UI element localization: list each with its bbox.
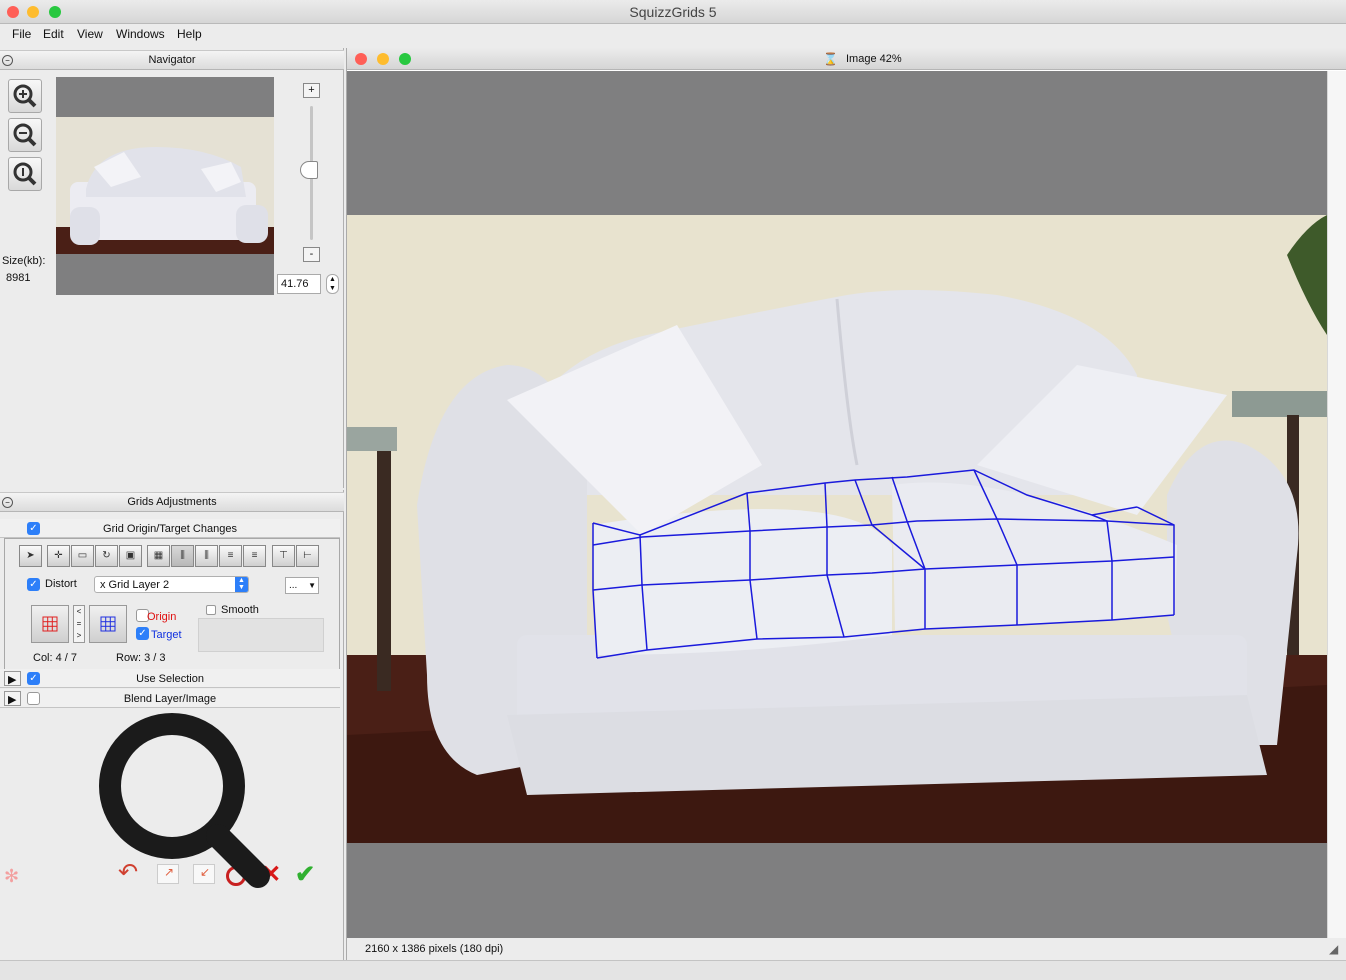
- hourglass-icon: ⌛: [823, 52, 838, 66]
- origin-grid-button[interactable]: [31, 605, 69, 643]
- zoom-out-button[interactable]: [8, 118, 42, 152]
- target-label: Target: [151, 629, 182, 641]
- menu-file[interactable]: File: [12, 27, 31, 41]
- swap-grid-button[interactable]: < = >: [73, 605, 85, 643]
- export-icon: ↗: [164, 865, 175, 879]
- image-canvas[interactable]: [347, 71, 1327, 938]
- zoom-in-icon: [13, 84, 37, 108]
- grid-layer-select-value: x Grid Layer 2: [100, 579, 170, 591]
- zoom-image-window-button[interactable]: [399, 53, 411, 65]
- cancel-button[interactable]: ✕: [261, 860, 281, 889]
- zoom-value-field[interactable]: 41.76: [277, 274, 321, 294]
- zoom-slider-thumb[interactable]: [300, 161, 318, 179]
- smooth-options-area: [198, 618, 324, 652]
- add-row-line-tool[interactable]: ≡: [219, 545, 242, 567]
- blue-grid-icon: [100, 616, 116, 632]
- chevron-down-icon: ▼: [308, 581, 316, 590]
- zoom-plus-button[interactable]: +: [303, 83, 320, 98]
- stop-button[interactable]: [226, 866, 246, 886]
- add-row-tool[interactable]: ▦: [147, 545, 170, 567]
- size-value: 8981: [6, 272, 31, 284]
- app-title: SquizzGrids 5: [629, 4, 717, 20]
- export-button[interactable]: ↗: [157, 864, 179, 884]
- collapse-panel-icon[interactable]: −: [2, 497, 13, 508]
- grids-header: − Grids Adjustments: [0, 492, 344, 512]
- menu-bar: File Edit View Windows Help: [0, 24, 1346, 46]
- size-label: Size(kb):: [2, 255, 46, 267]
- origin-label: Origin: [147, 611, 177, 623]
- zoom-actual-size-button[interactable]: [8, 157, 42, 191]
- more-options-button[interactable]: ... ▼: [285, 577, 319, 594]
- origin-target-box: ➤ ✛ ▭ ↻ ▣ ▦ ⫼ ⫼ ≡ ≡ ⊤ ⊢ ✓ Distort x Grid…: [4, 538, 340, 670]
- zoom-stepper[interactable]: ▲ ▼: [326, 274, 339, 294]
- target-grid-button[interactable]: [89, 605, 127, 643]
- distort-checkbox[interactable]: ✓: [27, 578, 40, 591]
- import-button[interactable]: ↙: [193, 864, 215, 884]
- navigator-title: Navigator: [148, 54, 196, 66]
- smooth-label: Smooth: [221, 604, 259, 616]
- close-x-icon: ✕: [261, 861, 282, 888]
- scale-grid-tool[interactable]: ▣: [119, 545, 142, 567]
- grid-layer-select[interactable]: x Grid Layer 2 ▲ ▼: [94, 576, 249, 593]
- menu-view[interactable]: View: [77, 27, 103, 41]
- red-grid-icon: [42, 616, 58, 632]
- row-readout: Row: 3 / 3: [116, 652, 166, 664]
- blend-section-header: ▶ Blend Layer/Image: [0, 689, 340, 708]
- image-vertical-scrollbar[interactable]: [1327, 71, 1346, 938]
- collapse-panel-icon[interactable]: −: [2, 55, 13, 66]
- origin-target-section-header: ✓ Grid Origin/Target Changes: [0, 519, 340, 538]
- add-point-tool[interactable]: ✛: [47, 545, 70, 567]
- image-window: ⌛ Image 42% 2160 x 1386 pixels (180 dpi)…: [346, 48, 1346, 960]
- import-icon: ↙: [200, 865, 211, 879]
- apply-button[interactable]: ✔: [295, 860, 315, 889]
- use-selection-label: Use Selection: [136, 673, 204, 685]
- zoom-minus-button[interactable]: -: [303, 247, 320, 262]
- blend-label: Blend Layer/Image: [123, 693, 217, 705]
- busy-spinner-icon: ✻: [4, 866, 20, 886]
- chevron-up-down-icon: ▲ ▼: [235, 577, 248, 592]
- origin-target-label: Grid Origin/Target Changes: [103, 523, 237, 535]
- rotate-grid-tool[interactable]: ↻: [95, 545, 118, 567]
- image-window-title: Image 42%: [846, 53, 902, 65]
- image-status-bar: 2160 x 1386 pixels (180 dpi) ◢: [347, 938, 1346, 960]
- menu-help[interactable]: Help: [177, 27, 202, 41]
- sofa-photo-image: [347, 215, 1327, 843]
- app-bottom-bar: [0, 960, 1346, 980]
- undo-arrow-icon: ↶: [118, 859, 139, 886]
- more-options-label: ...: [289, 580, 298, 591]
- menu-edit[interactable]: Edit: [43, 27, 64, 41]
- resize-grip-icon[interactable]: ◢: [1329, 942, 1338, 956]
- grids-adjustments-panel: − Grids Adjustments ✓ Grid Origin/Target…: [0, 490, 344, 960]
- delete-row-line-tool[interactable]: ≡: [243, 545, 266, 567]
- delete-column-tool[interactable]: ⫼: [195, 545, 218, 567]
- navigator-panel: − Navigator Size(kb): 8981 + - 41.76 ▲ ▼: [0, 48, 344, 488]
- grids-title: Grids Adjustments: [127, 496, 217, 508]
- target-checkbox[interactable]: ✓: [136, 627, 149, 640]
- add-column-tool[interactable]: ⫼: [171, 545, 194, 567]
- thumbnail-photo-image: [56, 117, 274, 254]
- distort-label: Distort: [45, 578, 77, 590]
- zoom-one-to-one-icon: [13, 162, 37, 186]
- zoom-in-button[interactable]: [8, 79, 42, 113]
- menu-windows[interactable]: Windows: [116, 27, 165, 41]
- navigator-thumbnail[interactable]: [56, 77, 274, 295]
- select-arrow-tool[interactable]: ➤: [19, 545, 42, 567]
- move-grid-tool[interactable]: ▭: [71, 545, 94, 567]
- app-title-bar: SquizzGrids 5: [0, 0, 1346, 24]
- column-readout: Col: 4 / 7: [33, 652, 78, 664]
- minimize-image-window-button[interactable]: [377, 53, 389, 65]
- navigator-header: − Navigator: [0, 50, 344, 70]
- undo-button[interactable]: ↶: [118, 860, 148, 886]
- use-selection-section-header: ▶ ✓ Use Selection: [0, 669, 340, 688]
- checkmark-icon: ✔: [295, 861, 316, 888]
- flip-horizontal-tool[interactable]: ⊢: [296, 545, 319, 567]
- flip-vertical-tool[interactable]: ⊤: [272, 545, 295, 567]
- image-dimensions-status: 2160 x 1386 pixels (180 dpi): [365, 943, 504, 955]
- smooth-checkbox[interactable]: [206, 605, 216, 615]
- close-image-window-button[interactable]: [355, 53, 367, 65]
- zoom-out-icon: [13, 123, 37, 147]
- image-window-title-bar: ⌛ Image 42%: [347, 48, 1346, 70]
